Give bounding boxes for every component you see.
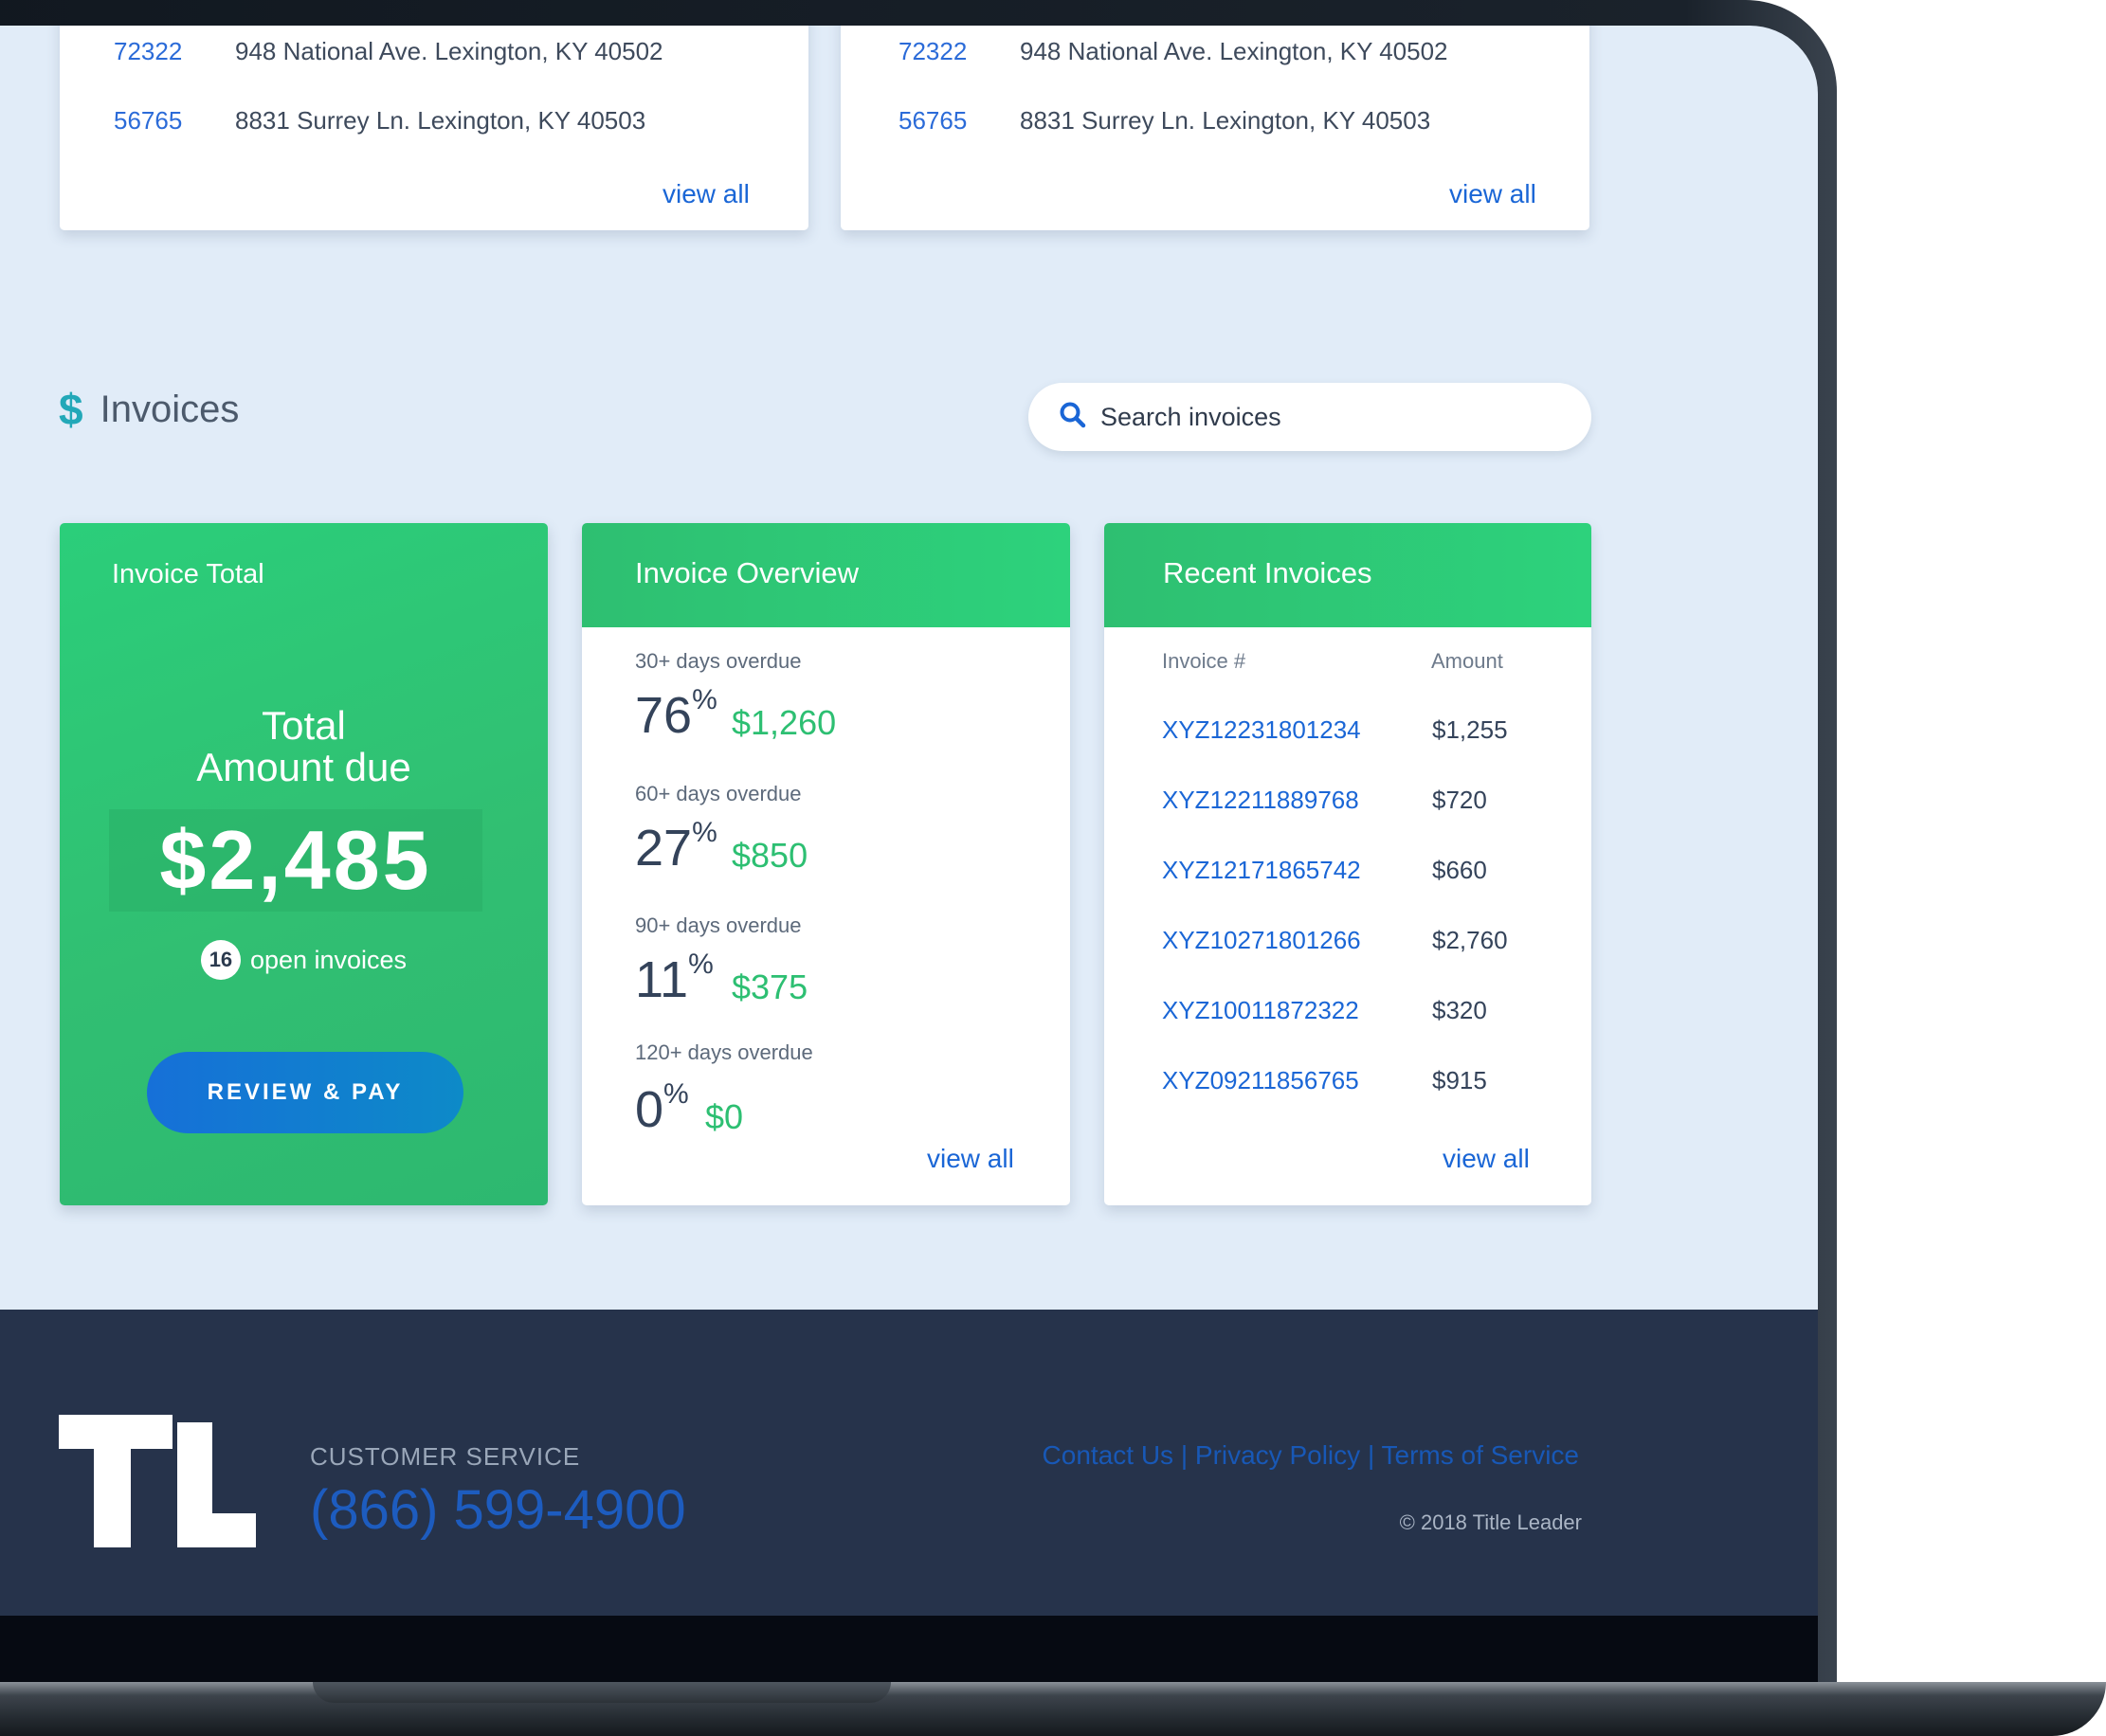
address-row: 56765 8831 Surrey Ln. Lexington, KY 40503 [114,106,645,136]
address-card: 72322 948 National Ave. Lexington, KY 405… [841,26,1589,230]
invoice-amount: $320 [1432,996,1487,1024]
link-separator: | [1180,1440,1189,1470]
overdue-amount: $0 [705,1097,744,1136]
section-title: Invoices [100,388,240,430]
view-all-link[interactable]: view all [1449,179,1536,209]
invoice-number-link[interactable]: XYZ12171865742 [1162,856,1361,885]
address-text: 8831 Surrey Ln. Lexington, KY 40503 [1020,106,1431,135]
column-header-amount: Amount [1431,649,1503,673]
overdue-amount: $375 [732,967,808,1006]
privacy-policy-link[interactable]: Privacy Policy [1195,1440,1360,1470]
terms-of-service-link[interactable]: Terms of Service [1382,1440,1580,1470]
overdue-label: 60+ days overdue [635,782,802,805]
phone-number[interactable]: (866) 599-4900 [310,1478,686,1542]
invoice-number-link[interactable]: XYZ12211889768 [1162,786,1359,815]
invoice-amount: $915 [1432,1066,1487,1094]
footer-links: Contact Us | Privacy Policy | Terms of S… [1043,1440,1579,1471]
card-title: Invoice Overview [635,556,860,589]
card-header: Invoice Overview [582,523,1070,627]
overdue-amount: $1,260 [732,703,837,742]
overdue-amount: $850 [732,836,808,875]
invoice-amount: $720 [1432,786,1487,814]
footer: CUSTOMER SERVICE (866) 599-4900 Contact … [0,1310,1818,1616]
open-count-badge: 16 [200,940,241,980]
open-invoices-row: 16 open invoices [60,940,548,980]
laptop-base [0,1682,2106,1736]
view-all-link[interactable]: view all [663,179,750,209]
address-number-link[interactable]: 56765 [114,106,235,136]
invoices-section-header: $ Invoices [59,388,239,431]
review-pay-button[interactable]: REVIEW & PAY [147,1052,463,1133]
invoice-number-link[interactable]: XYZ10271801266 [1162,926,1361,955]
overdue-label: 90+ days overdue [635,913,802,937]
invoice-overview-card: Invoice Overview 30+ days overdue 76% $1… [582,523,1070,1205]
recent-invoices-card: Recent Invoices Invoice # Amount XYZ1223… [1104,523,1591,1205]
total-label-line: Total [262,703,346,748]
copyright: © 2018 Title Leader [1399,1510,1582,1534]
search-input[interactable] [1098,401,1538,433]
invoice-number-link[interactable]: XYZ12231801234 [1162,715,1361,745]
column-header-invoice: Invoice # [1162,649,1246,673]
view-all-link[interactable]: view all [1443,1144,1530,1174]
card-title: Invoice Total [112,559,264,589]
overdue-percent: 76% [635,684,717,744]
address-text: 948 National Ave. Lexington, KY 40502 [1020,37,1448,65]
view-all-link[interactable]: view all [927,1144,1014,1174]
company-logo [59,1415,256,1547]
total-amount-label: Total Amount due [60,705,548,788]
invoice-amount: $1,255 [1432,715,1508,744]
overdue-label: 120+ days overdue [635,1040,813,1064]
address-row: 56765 8831 Surrey Ln. Lexington, KY 40503 [899,106,1430,136]
search-bar [1028,383,1591,451]
card-header: Recent Invoices [1104,523,1591,627]
contact-us-link[interactable]: Contact Us [1043,1440,1174,1470]
customer-service-label: CUSTOMER SERVICE [310,1442,581,1471]
search-icon[interactable] [1059,401,1087,434]
address-number-link[interactable]: 72322 [899,37,1020,66]
link-separator: | [1367,1440,1375,1470]
card-title: Recent Invoices [1163,556,1372,589]
address-number-link[interactable]: 56765 [899,106,1020,136]
overdue-percent: 11% [635,949,714,1008]
invoice-amount: $660 [1432,856,1487,884]
total-amount: $2,485 [109,809,482,912]
invoice-amount: $2,760 [1432,926,1508,954]
overdue-label: 30+ days overdue [635,649,802,673]
address-row: 72322 948 National Ave. Lexington, KY 405… [899,37,1448,66]
address-card: 72322 948 National Ave. Lexington, KY 405… [60,26,808,230]
address-text: 948 National Ave. Lexington, KY 40502 [235,37,663,65]
dollar-icon: $ [59,385,83,434]
laptop-hinge [313,1682,891,1703]
invoice-total-card: Invoice Total Total Amount due $2,485 16… [60,523,548,1205]
screen-bezel [0,1616,1818,1682]
total-amount-value: $2,485 [159,813,432,907]
address-number-link[interactable]: 72322 [114,37,235,66]
overdue-percent: 27% [635,817,717,877]
address-row: 72322 948 National Ave. Lexington, KY 405… [114,37,663,66]
open-invoices-label: open invoices [249,945,408,974]
invoice-number-link[interactable]: XYZ09211856765 [1162,1066,1359,1095]
overdue-percent: 0% [635,1078,689,1138]
invoice-number-link[interactable]: XYZ10011872322 [1162,996,1359,1025]
address-text: 8831 Surrey Ln. Lexington, KY 40503 [235,106,646,135]
screen: 72322 948 National Ave. Lexington, KY 405… [0,26,1818,1616]
total-label-line: Amount due [196,745,411,789]
